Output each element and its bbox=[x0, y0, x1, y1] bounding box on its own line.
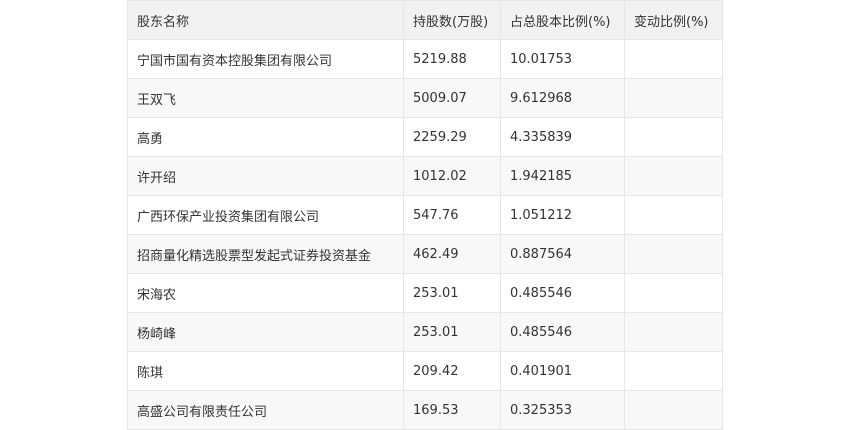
table-row: 王双飞 5009.07 9.612968 bbox=[127, 78, 723, 118]
table-row: 高勇 2259.29 4.335839 bbox=[127, 117, 723, 157]
cell-shares-held: 253.01 bbox=[403, 273, 501, 313]
cell-shares-held: 5219.88 bbox=[403, 39, 501, 79]
cell-shareholder-name: 高勇 bbox=[127, 117, 404, 157]
cell-change-ratio bbox=[624, 195, 723, 235]
table-row: 宁国市国有资本控股集团有限公司 5219.88 10.01753 bbox=[127, 39, 723, 79]
header-change-ratio: 变动比例(%) bbox=[624, 0, 723, 40]
table-row: 杨崎峰 253.01 0.485546 bbox=[127, 312, 723, 352]
cell-shares-held: 547.76 bbox=[403, 195, 501, 235]
header-shares-held: 持股数(万股) bbox=[403, 0, 501, 40]
cell-change-ratio bbox=[624, 234, 723, 274]
cell-change-ratio bbox=[624, 156, 723, 196]
table-row: 陈琪 209.42 0.401901 bbox=[127, 351, 723, 391]
table-header-row: 股东名称 持股数(万股) 占总股本比例(%) 变动比例(%) bbox=[127, 0, 723, 40]
cell-shares-held: 2259.29 bbox=[403, 117, 501, 157]
cell-shareholder-name: 许开绍 bbox=[127, 156, 404, 196]
cell-share-ratio: 0.401901 bbox=[500, 351, 625, 391]
cell-shareholder-name: 高盛公司有限责任公司 bbox=[127, 390, 404, 430]
cell-share-ratio: 0.485546 bbox=[500, 312, 625, 352]
cell-change-ratio bbox=[624, 39, 723, 79]
table-row: 许开绍 1012.02 1.942185 bbox=[127, 156, 723, 196]
cell-change-ratio bbox=[624, 273, 723, 313]
shareholder-table: 股东名称 持股数(万股) 占总股本比例(%) 变动比例(%) 宁国市国有资本控股… bbox=[127, 0, 723, 430]
cell-shares-held: 169.53 bbox=[403, 390, 501, 430]
table-row: 广西环保产业投资集团有限公司 547.76 1.051212 bbox=[127, 195, 723, 235]
table-row: 招商量化精选股票型发起式证券投资基金 462.49 0.887564 bbox=[127, 234, 723, 274]
cell-share-ratio: 0.485546 bbox=[500, 273, 625, 313]
cell-share-ratio: 9.612968 bbox=[500, 78, 625, 118]
cell-share-ratio: 1.942185 bbox=[500, 156, 625, 196]
cell-share-ratio: 0.325353 bbox=[500, 390, 625, 430]
table-row: 高盛公司有限责任公司 169.53 0.325353 bbox=[127, 390, 723, 430]
table-row: 宋海农 253.01 0.485546 bbox=[127, 273, 723, 313]
cell-shareholder-name: 王双飞 bbox=[127, 78, 404, 118]
cell-shareholder-name: 杨崎峰 bbox=[127, 312, 404, 352]
cell-shares-held: 1012.02 bbox=[403, 156, 501, 196]
cell-shares-held: 209.42 bbox=[403, 351, 501, 391]
cell-shareholder-name: 宁国市国有资本控股集团有限公司 bbox=[127, 39, 404, 79]
cell-share-ratio: 10.01753 bbox=[500, 39, 625, 79]
shareholder-table-container: 股东名称 持股数(万股) 占总股本比例(%) 变动比例(%) 宁国市国有资本控股… bbox=[127, 0, 723, 430]
cell-shares-held: 253.01 bbox=[403, 312, 501, 352]
cell-change-ratio bbox=[624, 117, 723, 157]
cell-change-ratio bbox=[624, 312, 723, 352]
cell-share-ratio: 1.051212 bbox=[500, 195, 625, 235]
cell-shareholder-name: 招商量化精选股票型发起式证券投资基金 bbox=[127, 234, 404, 274]
cell-change-ratio bbox=[624, 390, 723, 430]
header-share-ratio: 占总股本比例(%) bbox=[500, 0, 625, 40]
cell-share-ratio: 0.887564 bbox=[500, 234, 625, 274]
cell-shareholder-name: 陈琪 bbox=[127, 351, 404, 391]
cell-share-ratio: 4.335839 bbox=[500, 117, 625, 157]
cell-shares-held: 5009.07 bbox=[403, 78, 501, 118]
cell-shares-held: 462.49 bbox=[403, 234, 501, 274]
header-shareholder-name: 股东名称 bbox=[127, 0, 404, 40]
cell-change-ratio bbox=[624, 351, 723, 391]
cell-change-ratio bbox=[624, 78, 723, 118]
cell-shareholder-name: 宋海农 bbox=[127, 273, 404, 313]
cell-shareholder-name: 广西环保产业投资集团有限公司 bbox=[127, 195, 404, 235]
